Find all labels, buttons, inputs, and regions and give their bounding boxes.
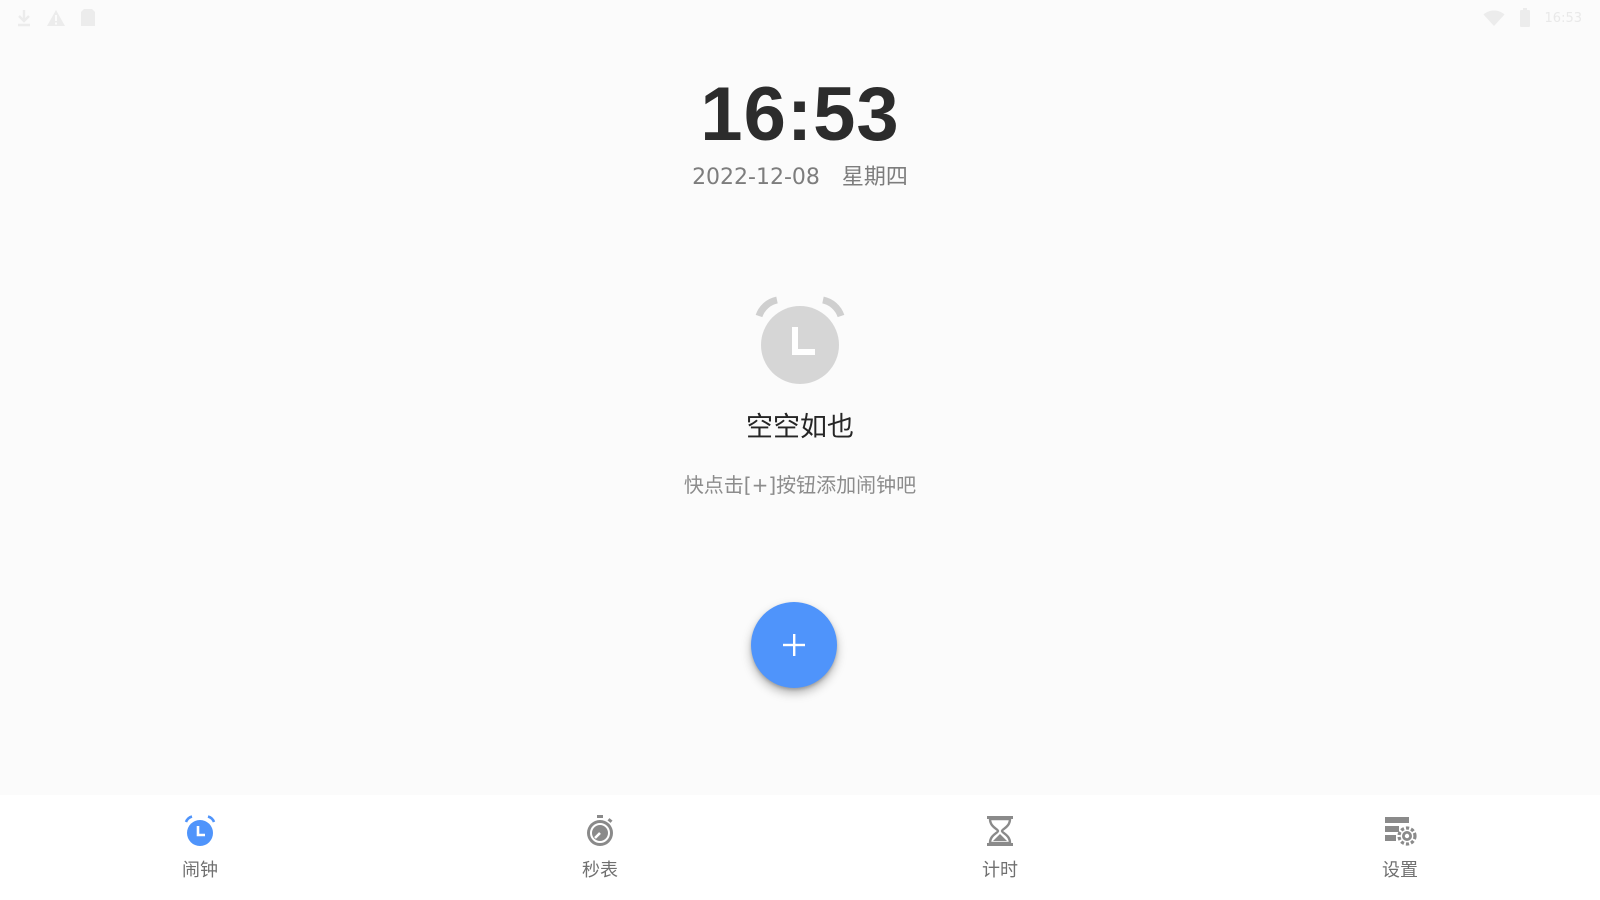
bottom-navigation: 闹钟 秒表 计时 设置 xyxy=(0,795,1600,900)
clock-time: 16:53 xyxy=(700,72,900,157)
status-bar-right: 16:53 xyxy=(1483,8,1582,28)
clock-date: 2022-12-08 xyxy=(692,165,820,190)
nav-label: 设置 xyxy=(1382,860,1418,881)
warning-icon xyxy=(47,9,65,26)
hourglass-icon xyxy=(987,816,1013,846)
status-bar: 16:53 xyxy=(0,0,1600,36)
empty-state-title: 空空如也 xyxy=(746,412,854,443)
nav-item-settings[interactable]: 设置 xyxy=(1200,795,1600,900)
plus-icon xyxy=(783,634,805,656)
download-icon xyxy=(18,9,30,26)
settings-icon xyxy=(1385,817,1417,846)
nav-item-alarm[interactable]: 闹钟 xyxy=(0,795,400,900)
wifi-icon xyxy=(1483,10,1505,26)
clock-date-row: 2022-12-08 星期四 xyxy=(0,161,1600,195)
nav-label: 秒表 xyxy=(582,860,618,881)
nav-label: 计时 xyxy=(982,860,1018,881)
nav-item-timer[interactable]: 计时 xyxy=(800,795,1200,900)
status-bar-left xyxy=(16,8,96,27)
add-alarm-button[interactable] xyxy=(751,602,837,688)
empty-state-hint: 快点击[+]按钮添加闹钟吧 xyxy=(683,473,917,497)
alarm-screen: 16:53 16:53 2022-12-08 星期四 空空如也 快点击[+]按钮添… xyxy=(0,0,1600,900)
nav-label: 闹钟 xyxy=(182,860,218,881)
status-time: 16:53 xyxy=(1544,10,1582,26)
alarm-clock-icon xyxy=(184,815,216,846)
nav-item-stopwatch[interactable]: 秒表 xyxy=(400,795,800,900)
sim-card-icon xyxy=(81,9,95,26)
alarm-clock-icon xyxy=(755,296,845,384)
battery-icon xyxy=(1519,8,1530,27)
clock-weekday: 星期四 xyxy=(841,165,908,190)
stopwatch-icon xyxy=(587,815,613,846)
